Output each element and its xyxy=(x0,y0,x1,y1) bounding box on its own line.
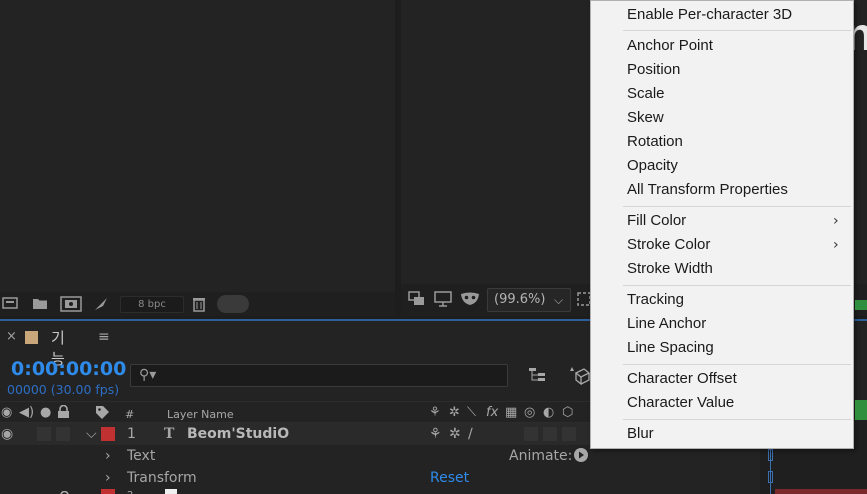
mask-visibility-icon[interactable] xyxy=(459,291,481,307)
menu-item-rotation[interactable]: Rotation xyxy=(627,131,683,153)
trash-icon[interactable] xyxy=(192,296,206,312)
after-effects-window: 8 bpc n (99.6%) ⌵ × 기능 ≡ 0:00:00:00 0000… xyxy=(0,0,867,494)
lock-icon[interactable] xyxy=(57,404,70,424)
shy-icon[interactable]: ⚘ xyxy=(429,405,441,421)
close-icon[interactable]: × xyxy=(6,329,17,344)
solo-icon[interactable]: ● xyxy=(40,405,51,421)
project-panel xyxy=(0,0,395,292)
menu-item-stroke-color[interactable]: Stroke Color xyxy=(627,234,710,256)
interpret-footage-icon[interactable] xyxy=(2,296,20,312)
keyframe-marker[interactable] xyxy=(768,471,773,483)
layer-number: 1 xyxy=(127,426,136,442)
adjustment-switch[interactable] xyxy=(543,427,557,441)
frame-blending-icon[interactable]: ▦ xyxy=(505,405,517,421)
motion-blur-icon[interactable]: ◎ xyxy=(524,405,535,421)
new-folder-icon[interactable] xyxy=(32,296,48,312)
quality-icon[interactable]: ⟍ xyxy=(467,405,476,421)
shy-icon[interactable]: ⚘ xyxy=(429,426,442,442)
submenu-arrow-icon: › xyxy=(833,237,839,253)
layer-label-color[interactable] xyxy=(101,427,115,441)
3d-layer-icon[interactable]: ⬡ xyxy=(562,405,573,421)
column-layer-name-header[interactable]: Layer Name xyxy=(167,407,234,423)
menu-separator xyxy=(623,419,851,420)
menu-item-character-value[interactable]: Character Value xyxy=(627,392,734,414)
viewer-edge-bar xyxy=(855,300,867,310)
layer-row-partial[interactable]: 2 xyxy=(0,488,760,494)
3d-switch[interactable] xyxy=(562,427,576,441)
menu-separator xyxy=(623,206,851,207)
menu-item-all-transform-properties[interactable]: All Transform Properties xyxy=(627,179,788,201)
column-number-header: # xyxy=(125,408,135,421)
render-toggle[interactable] xyxy=(217,295,249,313)
menu-item-stroke-width[interactable]: Stroke Width xyxy=(627,258,713,280)
project-footer: 8 bpc xyxy=(0,292,395,316)
menu-item-fill-color[interactable]: Fill Color xyxy=(627,210,686,232)
collapse-icon[interactable]: ✲ xyxy=(449,405,460,421)
menu-item-line-anchor[interactable]: Line Anchor xyxy=(627,313,706,335)
chevron-right-icon[interactable]: › xyxy=(105,470,111,486)
menu-separator xyxy=(623,364,851,365)
collapse-icon[interactable]: ✲ xyxy=(449,426,461,442)
menu-item-line-spacing[interactable]: Line Spacing xyxy=(627,337,714,359)
layer-name[interactable]: Beom'StudiO xyxy=(187,426,289,442)
search-icon: ⚲▾ xyxy=(139,367,157,383)
reset-link[interactable]: Reset xyxy=(430,470,469,486)
monitor-icon[interactable] xyxy=(434,291,452,307)
composition-color-swatch xyxy=(25,331,38,344)
zoom-dropdown[interactable]: (99.6%) ⌵ xyxy=(487,288,571,312)
text-group-label[interactable]: Text xyxy=(127,448,155,464)
menu-item-tracking[interactable]: Tracking xyxy=(627,289,684,311)
layer-thumbnail xyxy=(165,489,177,494)
chevron-down-icon: ⌵ xyxy=(554,293,564,307)
layer-label-color[interactable] xyxy=(101,489,115,494)
frame-rate-readout: 00000 (30.00 fps) xyxy=(7,382,120,397)
timeline-edge-bar xyxy=(855,400,867,420)
draft-3d-icon[interactable] xyxy=(568,365,591,389)
menu-item-character-offset[interactable]: Character Offset xyxy=(627,368,737,390)
lock-switch[interactable] xyxy=(56,427,70,441)
adjustment-layer-icon[interactable]: ◐ xyxy=(543,405,554,421)
transform-property-group[interactable]: › Transform Reset xyxy=(0,467,760,489)
flowchart-icon[interactable] xyxy=(93,296,109,312)
menu-item-enable-per-character-3d[interactable]: Enable Per-character 3D xyxy=(627,4,792,26)
submenu-arrow-icon: › xyxy=(833,213,839,229)
animate-context-menu: Enable Per-character 3D Anchor Point Pos… xyxy=(590,0,854,449)
keyframe-marker[interactable] xyxy=(768,449,773,461)
motion-blur-switch[interactable] xyxy=(524,427,538,441)
eye-icon[interactable]: ◉ xyxy=(1,426,13,442)
composition-flowchart-icon[interactable] xyxy=(528,365,550,387)
menu-item-scale[interactable]: Scale xyxy=(627,83,665,105)
chevron-down-icon[interactable]: ⌵ xyxy=(86,426,97,442)
timeline-search-input[interactable]: ⚲▾ xyxy=(130,364,508,387)
zoom-value: (99.6%) xyxy=(494,292,546,307)
menu-item-skew[interactable]: Skew xyxy=(627,107,664,129)
audio-icon[interactable]: ◀) xyxy=(19,405,34,421)
menu-item-anchor-point[interactable]: Anchor Point xyxy=(627,35,713,57)
menu-separator xyxy=(623,285,851,286)
menu-item-position[interactable]: Position xyxy=(627,59,680,81)
layer-bar[interactable] xyxy=(775,489,867,494)
fx-icon[interactable]: fx xyxy=(486,405,498,421)
current-timecode[interactable]: 0:00:00:00 xyxy=(11,358,126,380)
layer-number: 2 xyxy=(127,488,133,494)
lock-icon[interactable] xyxy=(58,489,71,494)
solo-switch[interactable] xyxy=(37,427,51,441)
chevron-right-icon[interactable]: › xyxy=(105,448,111,464)
text-layer-type-icon: T xyxy=(164,426,175,442)
menu-item-opacity[interactable]: Opacity xyxy=(627,155,678,177)
animate-menu-icon[interactable] xyxy=(573,447,589,467)
always-preview-icon[interactable] xyxy=(408,291,426,307)
animate-label: Animate: xyxy=(509,448,573,464)
menu-separator xyxy=(623,30,851,31)
transform-group-label[interactable]: Transform xyxy=(127,470,197,486)
label-tag-icon[interactable] xyxy=(95,405,110,425)
eye-icon[interactable]: ◉ xyxy=(1,405,12,421)
quality-icon[interactable]: ∕ xyxy=(468,426,473,442)
panel-menu-icon[interactable]: ≡ xyxy=(98,329,110,345)
new-composition-icon[interactable] xyxy=(60,296,82,312)
bit-depth-label[interactable]: 8 bpc xyxy=(120,296,184,313)
menu-item-blur[interactable]: Blur xyxy=(627,423,654,445)
